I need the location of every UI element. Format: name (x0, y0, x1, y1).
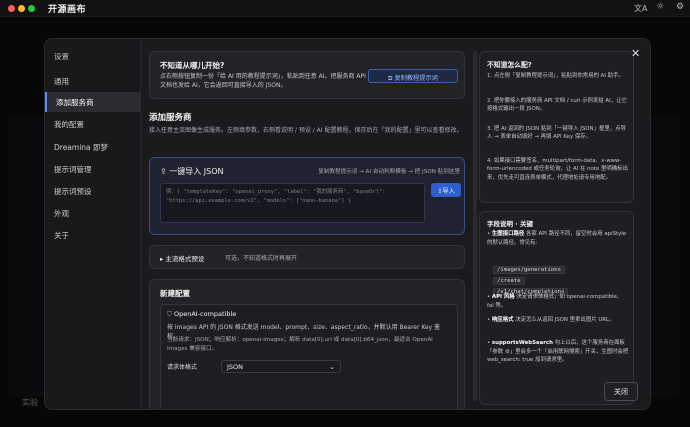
sidebar-item-prompt-presets[interactable]: 提示词预设 (45, 181, 141, 201)
gear-icon[interactable]: ⚙ (676, 2, 684, 12)
presets-title-row: ▸ 主流格式预设 (160, 253, 204, 263)
field-desc: 决定怎么从返回 JSON 里拿出图片 URL。 (515, 317, 615, 323)
field-item: • 生图接口路径 各家 API 路径不同，留空时会用 apiStyle 的默认路… (487, 231, 627, 246)
field-item: • 响应格式 决定怎么从返回 JSON 里拿出图片 URL。 (487, 317, 615, 323)
help-step: 3. 把 AI 返回的 JSON 贴到「一键导入 JSON」框里，点导入 → 表… (487, 126, 626, 141)
fields-card: 字段说明 · 关键 • 生图接口路径 各家 API 路径不同，留空时会用 api… (479, 211, 634, 405)
app-titlebar: 开源画布 文A ☼ ⚙ (0, 0, 690, 17)
settings-main: 不知道从哪儿开始? 点右侧按钮复制一份「给 AI 用的教程提示词」，粘贴到任意 … (141, 39, 471, 409)
field-name: API 风格 (491, 294, 515, 300)
sidebar-item-my-config[interactable]: 我的配置 (45, 114, 141, 134)
new-config-title: 新建配置 (160, 289, 190, 298)
help-step: 4. 如果接口需要签名、multipart/form-data、x-www-fo… (487, 158, 628, 181)
import-flow: 复制教程提示词 → AI 自动判断模板 → 把 JSON 贴到这里 (318, 169, 460, 175)
sidebar-item-prompt-manage[interactable]: 提示词管理 (45, 159, 141, 179)
help-step: 1. 点左侧「复制教程提示词」，粘贴到你常用的 AI 助手。 (487, 73, 624, 79)
import-title-row: ⇪ 一键导入 JSON (160, 166, 224, 177)
window-zoom-dot[interactable] (28, 5, 35, 12)
sidebar-item-dreamina[interactable]: Dreamina 即梦 (45, 137, 141, 157)
copy-tutorial-button[interactable]: ⧉ 复制教程提示词 (368, 69, 458, 83)
sidebar-item-add-provider[interactable]: 添加服务商 (45, 92, 141, 112)
body-format-select[interactable]: JSON ⌄ (221, 360, 341, 373)
chevron-down-icon: ⌄ (329, 363, 335, 371)
hint-title: 不知道从哪儿开始? (160, 61, 225, 70)
sidebar-item-general[interactable]: 通用 (45, 71, 141, 91)
import-title: 一键导入 JSON (169, 167, 224, 176)
help-step: 2. 把你要接入的服务商 API 文档 / curl 示例发给 AI，让它按格式… (487, 98, 627, 113)
presets-hint: 可选，不知道格式时再展开 (225, 255, 298, 262)
close-button[interactable]: 关闭 (604, 382, 638, 401)
shield-icon: ⛉ (167, 310, 174, 318)
json-input[interactable]: 例：{ "templateKey": "openai_proxy", "labe… (160, 183, 425, 223)
section-desc: 接入任意主流图像生成服务。左侧填参数，右侧看说明 / 预设 / AI 配置教程。… (149, 127, 463, 134)
body-format-label: 请求体格式 (167, 364, 198, 371)
import-button-label: 导入 (442, 188, 455, 195)
template-title-row: ⛉ OpenAI-compatible (167, 310, 236, 319)
fields-title: 字段说明 · 关键 (487, 220, 533, 228)
sidebar-item-appearance[interactable]: 外观 (45, 203, 141, 223)
settings-sidebar: 设置 通用 添加服务商 我的配置 Dreamina 即梦 提示词管理 提示词预设… (45, 39, 141, 409)
new-config-card: 新建配置 ⛉ OpenAI-compatible 按 Images API 的 … (149, 279, 465, 409)
presets-title: 主流格式预设 (165, 255, 205, 263)
body-format-value: JSON (227, 363, 244, 371)
window-close-dot[interactable] (8, 5, 15, 12)
json-input-placeholder: 例：{ "templateKey": "openai_proxy", "labe… (166, 189, 386, 204)
field-item: • API 风格 决定请求体格式，如 openai-compatible、fal… (487, 294, 623, 309)
sun-icon[interactable]: ☼ (656, 2, 664, 12)
field-name: supportsWebSearch (491, 340, 553, 346)
sidebar-item-about[interactable]: 关于 (45, 225, 141, 245)
upload-icon: ⇪ (160, 167, 170, 176)
hint-card: 不知道从哪儿开始? 点右侧按钮复制一份「给 AI 用的教程提示词」，粘贴到任意 … (149, 51, 465, 99)
presets-collapsible[interactable]: ▸ 主流格式预设 可选，不知道格式时再展开 (149, 245, 465, 269)
app-title: 开源画布 (48, 5, 87, 15)
template-note: 当前请求：JSON；响应解析：openai-images；解析 data[0].… (167, 337, 433, 352)
help-title: 不知道怎么配? (487, 61, 532, 69)
sidebar-title: 设置 (54, 52, 69, 61)
window-minimize-dot[interactable] (18, 5, 25, 12)
field-name: 响应格式 (491, 317, 514, 323)
import-card: ⇪ 一键导入 JSON 复制教程提示词 → AI 自动判断模板 → 把 JSON… (149, 157, 465, 235)
hint-text: 点右侧按钮复制一份「给 AI 用的教程提示词」，粘贴到任意 AI。把服务商 AP… (160, 73, 366, 90)
section-title: 添加服务商 (149, 113, 192, 123)
field-name: 生图接口路径 (491, 231, 525, 237)
template-title: OpenAI-compatible (173, 310, 237, 318)
settings-modal: 设置 通用 添加服务商 我的配置 Dreamina 即梦 提示词管理 提示词预设… (44, 38, 651, 410)
help-panel: 不知道怎么配? 1. 点左侧「复制教程提示词」，粘贴到你常用的 AI 助手。 2… (479, 39, 639, 409)
import-button[interactable]: ⇪导入 (431, 183, 461, 197)
field-item: • supportsWebSearch 勾上以后，这个服务商在面板「参数 ⚙」里… (487, 340, 629, 364)
scrollbar[interactable] (473, 51, 477, 401)
translate-icon[interactable]: 文A (634, 3, 647, 14)
copy-tutorial-label: 复制教程提示词 (394, 75, 438, 82)
close-icon[interactable]: ✕ (631, 47, 640, 60)
help-card: 不知道怎么配? 1. 点左侧「复制教程提示词」，粘贴到你常用的 AI 助手。 2… (479, 51, 634, 203)
template-card[interactable]: ⛉ OpenAI-compatible 按 Images API 的 JSON … (160, 304, 458, 409)
